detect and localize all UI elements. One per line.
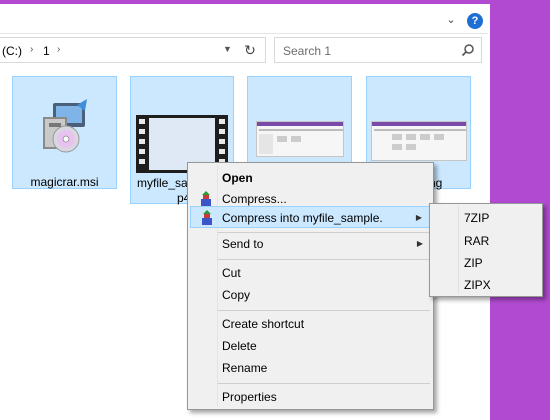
address-dropdown-icon[interactable]: ▼: [223, 44, 232, 54]
breadcrumb-separator-icon[interactable]: ›: [30, 44, 33, 55]
chevron-down-icon[interactable]: ⌄: [444, 14, 458, 26]
address-bar[interactable]: (C:) › 1 › ▼ ↻: [0, 37, 266, 63]
submenu-item-7zip[interactable]: 7ZIP: [464, 211, 489, 225]
submenu-arrow-icon: ▶: [416, 239, 423, 248]
compress-icon: [202, 210, 212, 225]
search-icon[interactable]: [461, 43, 475, 57]
refresh-icon[interactable]: ↻: [241, 41, 259, 59]
menu-item-send-to[interactable]: Send to ▶: [190, 233, 431, 255]
menu-item-label: Rename: [222, 361, 268, 375]
menu-item-create-shortcut[interactable]: Create shortcut: [190, 313, 431, 335]
menu-item-label: Copy: [222, 288, 251, 302]
menu-item-open[interactable]: Open: [190, 167, 431, 189]
compress-icon: [201, 191, 211, 206]
breadcrumb-drive[interactable]: (C:): [2, 44, 22, 58]
menu-item-properties[interactable]: Properties: [190, 386, 431, 408]
help-button[interactable]: ?: [467, 13, 483, 29]
file-tile-msi[interactable]: magicrar.msi: [12, 76, 117, 189]
menu-item-copy[interactable]: Copy: [190, 284, 431, 306]
breadcrumb-separator-icon[interactable]: ›: [57, 44, 60, 55]
submenu-item-zip[interactable]: ZIP: [464, 256, 483, 270]
context-menu: Open Compress... Compress into myfile_sa…: [187, 162, 434, 410]
search-input[interactable]: Search 1: [274, 37, 482, 63]
compress-submenu: 7ZIP RAR ZIP ZIPX: [429, 203, 543, 297]
image-thumbnail: [256, 121, 344, 157]
menu-item-delete[interactable]: Delete: [190, 335, 431, 357]
menu-separator: [218, 383, 430, 384]
menu-item-rename[interactable]: Rename: [190, 357, 431, 379]
search-placeholder: Search 1: [283, 44, 332, 58]
menu-item-compress-into[interactable]: Compress into myfile_sample. ▶: [190, 206, 431, 228]
menu-item-label: Open: [222, 171, 253, 185]
installer-icon: [43, 99, 87, 153]
submenu-arrow-icon: ▶: [415, 213, 422, 222]
menu-item-label: Delete: [222, 339, 257, 353]
file-name: ng: [429, 176, 443, 190]
breadcrumb-folder[interactable]: 1: [43, 44, 50, 58]
menu-separator: [218, 310, 430, 311]
menu-item-cut[interactable]: Cut: [190, 262, 431, 284]
menu-separator: [218, 259, 430, 260]
menu-gutter: [458, 206, 459, 294]
ribbon-bar: ⌄ ?: [0, 4, 488, 34]
submenu-item-zipx[interactable]: ZIPX: [464, 278, 491, 292]
menu-item-label: Send to: [222, 237, 264, 251]
image-thumbnail: [371, 121, 467, 161]
menu-item-label: Create shortcut: [222, 317, 305, 331]
file-name: magicrar.msi: [30, 175, 99, 189]
menu-item-label: Compress into myfile_sample.: [222, 211, 383, 225]
menu-item-label: Properties: [222, 390, 277, 404]
menu-item-label: Cut: [222, 266, 241, 280]
submenu-item-rar[interactable]: RAR: [464, 234, 489, 248]
